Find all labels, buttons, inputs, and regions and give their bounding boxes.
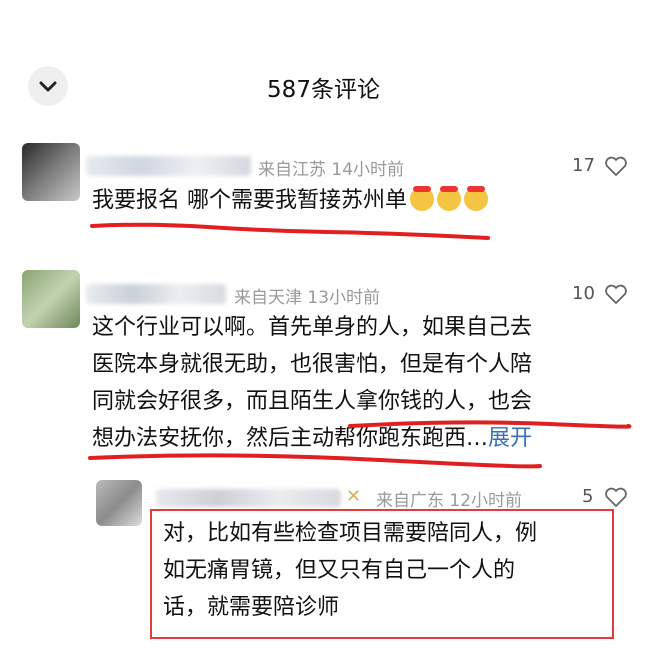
- like-count: 5: [582, 486, 594, 507]
- avatar[interactable]: [96, 480, 142, 526]
- comment-meta: 来自广东 12小时前: [376, 491, 523, 511]
- like-count: 10: [572, 283, 595, 304]
- like-count: 17: [572, 155, 595, 176]
- avatar[interactable]: [22, 143, 80, 201]
- red-underline-annotation: [90, 222, 490, 240]
- comment-count-title: 587条评论: [267, 77, 380, 103]
- comment-text-body: 我要报名 哪个需要我暂接苏州单: [92, 188, 407, 213]
- avatar[interactable]: [22, 270, 80, 328]
- reply-line: 如无痛胃镜，但又只有自己一个人的: [163, 558, 516, 583]
- badge-icon: ✕: [346, 486, 362, 507]
- heart-icon[interactable]: [604, 155, 628, 177]
- reply-line: 话，就需要陪诊师: [163, 595, 340, 620]
- username-blurred[interactable]: [156, 489, 341, 507]
- reply-text: 对，比如有些检查项目需要陪同人，例 如无痛胃镜，但又只有自己一个人的 话，就需要…: [163, 515, 603, 626]
- emoji-icon: [410, 186, 434, 211]
- username-blurred[interactable]: [86, 284, 226, 304]
- comment-meta: 来自江苏 14小时前: [258, 160, 405, 180]
- emoji-icon: [437, 186, 461, 211]
- comment-line: 这个行业可以啊。首先单身的人，如果自己去: [92, 315, 533, 340]
- comment-line: 医院本身就很无助，也很害怕，但是有个人陪: [92, 352, 533, 377]
- username-blurred[interactable]: [86, 156, 251, 176]
- heart-icon[interactable]: [604, 283, 628, 305]
- emoji-icon: [464, 186, 488, 211]
- red-underline-annotation: [88, 420, 632, 469]
- reply-line: 对，比如有些检查项目需要陪同人，例: [163, 521, 538, 546]
- heart-icon[interactable]: [604, 486, 628, 508]
- comment-meta: 来自天津 13小时前: [234, 288, 381, 308]
